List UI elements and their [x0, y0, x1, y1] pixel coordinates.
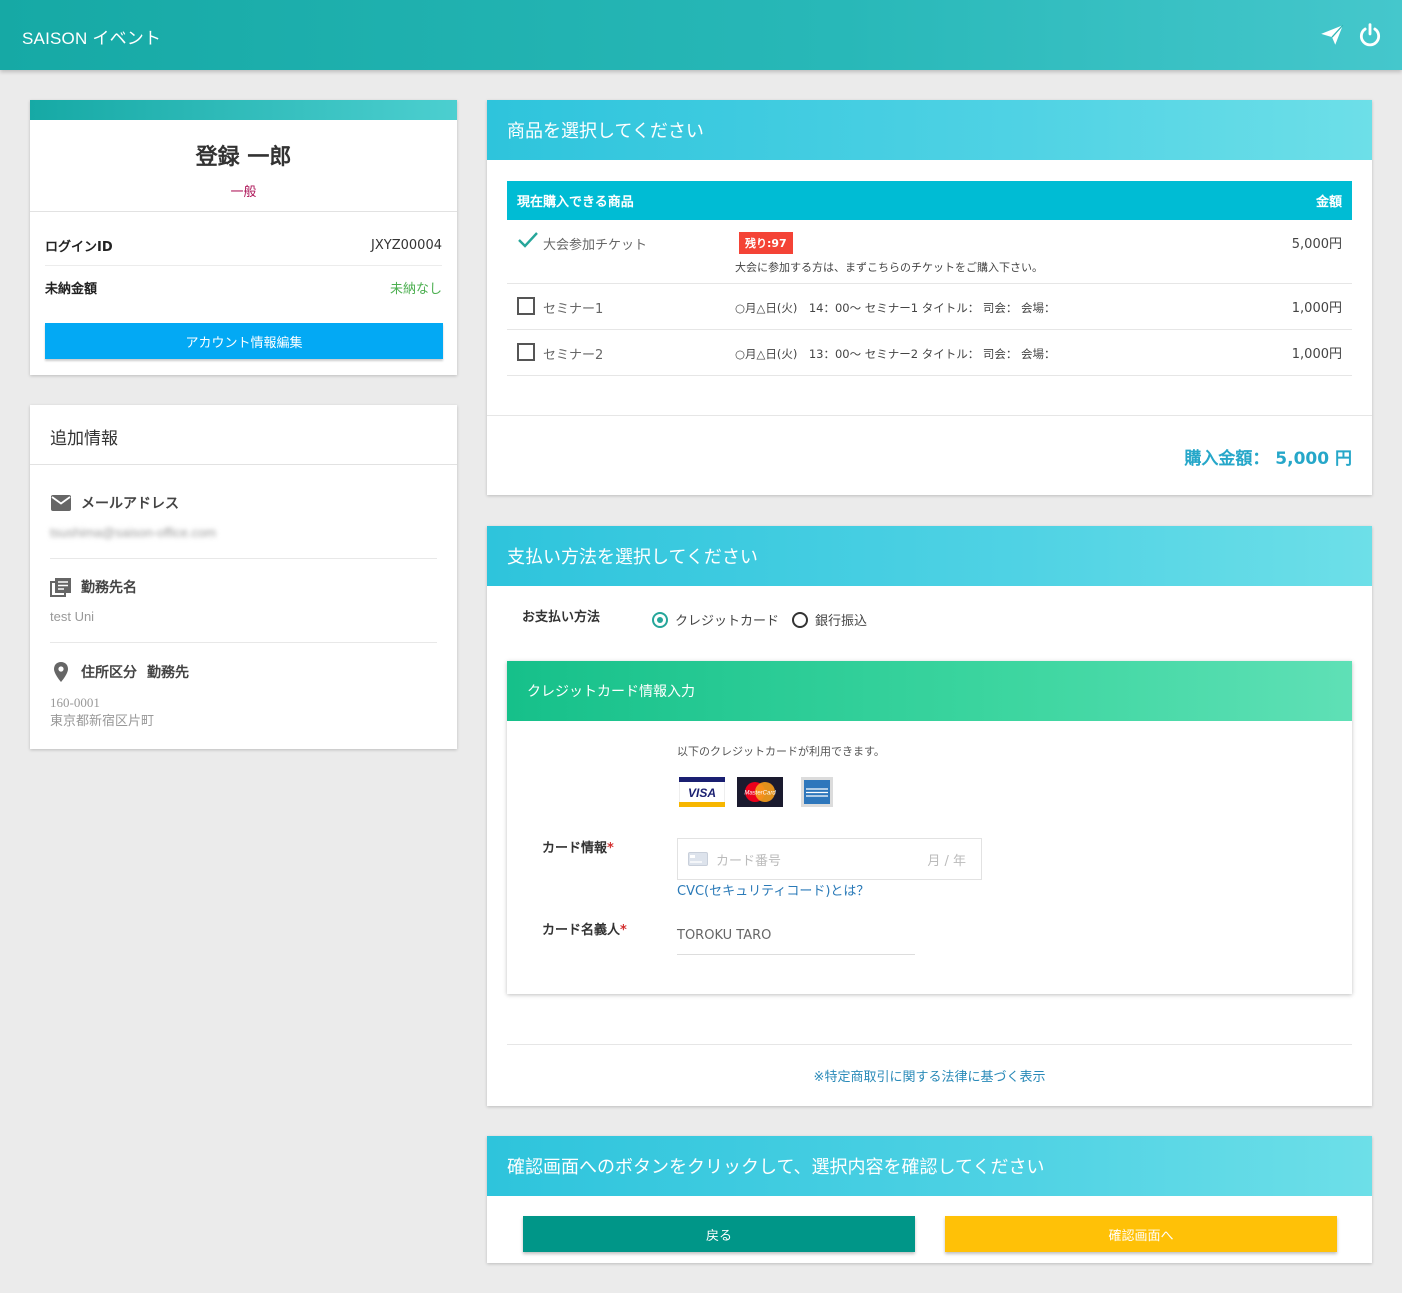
back-button[interactable]: 戻る	[523, 1216, 915, 1252]
product-name: 大会参加チケット	[543, 238, 648, 253]
credit-card-icon	[688, 852, 708, 866]
app-title[interactable]: SAISON イベント	[22, 24, 161, 49]
total-label: 購入金額：	[1184, 449, 1270, 469]
product-description: ○月△日(火) 14：00～ セミナー1 タイトル： 司会： 会場：	[735, 301, 1056, 315]
product-price: 1,000円	[1291, 347, 1342, 362]
svg-text:VISA: VISA	[688, 786, 716, 800]
email-value: tsushima@saison-office.com	[50, 525, 217, 540]
address-item: 住所区分 勤務先 160-0001 東京都新宿区片町	[50, 661, 437, 730]
product-description: 大会に参加する方は、まずこちらのチケットをご購入下さい。	[735, 261, 1043, 274]
card-info-label-text: カード情報	[542, 841, 608, 856]
login-id-row: ログインID JXYZ00004	[45, 226, 442, 266]
cvc-help-link[interactable]: CVC(セキュリティコード)とは？	[677, 880, 869, 899]
building-list-icon	[50, 578, 71, 597]
radio-credit-card[interactable]: クレジットカード	[652, 610, 779, 629]
product-row[interactable]: 大会参加チケット 残り:97 大会に参加する方は、まずこちらのチケットをご購入下…	[507, 220, 1352, 284]
product-checkbox[interactable]	[517, 297, 535, 315]
product-name: セミナー1	[543, 302, 604, 317]
column-price: 金額	[1315, 195, 1342, 210]
profile-card-accent	[30, 100, 457, 120]
top-app-bar: SAISON イベント	[0, 0, 1402, 70]
payment-method-label: お支払い方法	[522, 610, 601, 625]
svg-text:MasterCard: MasterCard	[744, 791, 776, 797]
products-title: 商品を選択してください	[487, 100, 1372, 160]
payment-card: 支払い方法を選択してください お支払い方法 クレジットカード 銀行振込 クレジッ…	[487, 526, 1372, 1106]
address-label: 住所区分	[81, 665, 137, 681]
location-pin-icon	[54, 662, 68, 682]
workplace-item: 勤務先名 test Uni	[50, 577, 437, 643]
confirm-button[interactable]: 確認画面へ	[945, 1216, 1337, 1252]
divider	[487, 415, 1372, 416]
postal-code: 160-0001	[50, 695, 100, 710]
unpaid-value: 未納なし	[389, 281, 442, 297]
unpaid-label: 未納金額	[45, 281, 98, 297]
card-number-placeholder[interactable]: カード番号	[716, 850, 781, 869]
user-role: 一般	[230, 185, 257, 200]
product-price: 5,000円	[1291, 237, 1342, 252]
address-value: 東京都新宿区片町	[50, 713, 155, 728]
mail-icon	[51, 495, 71, 511]
table-header: 現在購入できる商品 金額	[507, 181, 1352, 220]
products-card: 商品を選択してください 現在購入できる商品 金額 大会参加チケット 残り:97 …	[487, 100, 1372, 495]
cardholder-name-input[interactable]: TOROKU TARO	[677, 919, 915, 955]
additional-info-card: 追加情報 メールアドレス tsushima@saison-office.com …	[30, 405, 457, 749]
divider	[507, 1044, 1352, 1045]
check-icon[interactable]	[517, 230, 539, 250]
required-mark: *	[607, 841, 614, 856]
radio-label: 銀行振込	[815, 614, 868, 629]
radio-unselected-icon[interactable]	[792, 611, 808, 628]
user-name: 登録 一郎	[195, 145, 292, 170]
confirm-title: 確認画面へのボタンをクリックして、選択内容を確認してください	[487, 1136, 1372, 1196]
card-brand-list: VISA MasterCard	[679, 777, 841, 807]
workplace-value: test Uni	[50, 609, 95, 624]
product-checkbox[interactable]	[517, 343, 535, 361]
card-name-label-text: カード名義人	[542, 923, 621, 938]
radio-label: クレジットカード	[675, 614, 780, 629]
total-amount: 購入金額： 5,000 円	[1184, 444, 1352, 469]
product-price: 1,000円	[1291, 301, 1342, 316]
amex-logo	[795, 777, 841, 807]
additional-info-title: 追加情報	[30, 405, 457, 465]
profile-card: 登録 一郎 一般 ログインID JXYZ00004 未納金額 未納なし アカウン…	[30, 100, 457, 375]
address-type: 勤務先	[147, 665, 189, 681]
visa-logo: VISA	[679, 777, 725, 807]
radio-selected-icon[interactable]	[652, 611, 668, 628]
login-id-label: ログインID	[45, 240, 113, 255]
product-description: ○月△日(火) 13：00～ セミナー2 タイトル： 司会： 会場：	[735, 347, 1056, 361]
product-row[interactable]: セミナー1 ○月△日(火) 14：00～ セミナー1 タイトル： 司会： 会場：…	[507, 284, 1352, 330]
edit-account-button[interactable]: アカウント情報編集	[45, 323, 443, 359]
workplace-label: 勤務先名	[81, 580, 137, 596]
payment-title: 支払い方法を選択してください	[487, 526, 1372, 586]
remaining-badge: 残り:97	[739, 232, 793, 254]
card-name-label: カード名義人*	[542, 919, 627, 938]
required-mark: *	[620, 923, 627, 938]
credit-card-panel: クレジットカード情報入力 以下のクレジットカードが利用できます。 VISA Ma…	[507, 661, 1352, 994]
card-number-input[interactable]: カード番号 月 / 年	[677, 838, 982, 880]
radio-bank-transfer[interactable]: 銀行振込	[792, 610, 867, 629]
products-table: 現在購入できる商品 金額 大会参加チケット 残り:97 大会に参加する方は、まず…	[507, 181, 1352, 376]
total-value: 5,000 円	[1275, 449, 1352, 469]
send-icon[interactable]	[1319, 22, 1345, 48]
card-info-label: カード情報*	[542, 837, 614, 856]
power-icon[interactable]	[1357, 22, 1383, 48]
email-label: メールアドレス	[81, 496, 179, 512]
commercial-law-link[interactable]: ※特定商取引に関する法律に基づく表示	[487, 1066, 1372, 1085]
card-expiry-placeholder[interactable]: 月 / 年	[927, 850, 966, 869]
mastercard-logo: MasterCard	[737, 777, 783, 807]
product-row[interactable]: セミナー2 ○月△日(火) 13：00～ セミナー2 タイトル： 司会： 会場：…	[507, 330, 1352, 376]
email-item: メールアドレス tsushima@saison-office.com	[50, 493, 437, 559]
credit-card-title: クレジットカード情報入力	[507, 661, 1352, 721]
column-item: 現在購入できる商品	[517, 195, 634, 210]
confirm-card: 確認画面へのボタンをクリックして、選択内容を確認してください 戻る 確認画面へ	[487, 1136, 1372, 1263]
divider	[30, 211, 457, 212]
unpaid-row: 未納金額 未納なし	[45, 267, 442, 307]
credit-card-note: 以下のクレジットカードが利用できます。	[677, 745, 885, 758]
login-id-value: JXYZ00004	[371, 238, 442, 253]
product-name: セミナー2	[543, 348, 604, 363]
